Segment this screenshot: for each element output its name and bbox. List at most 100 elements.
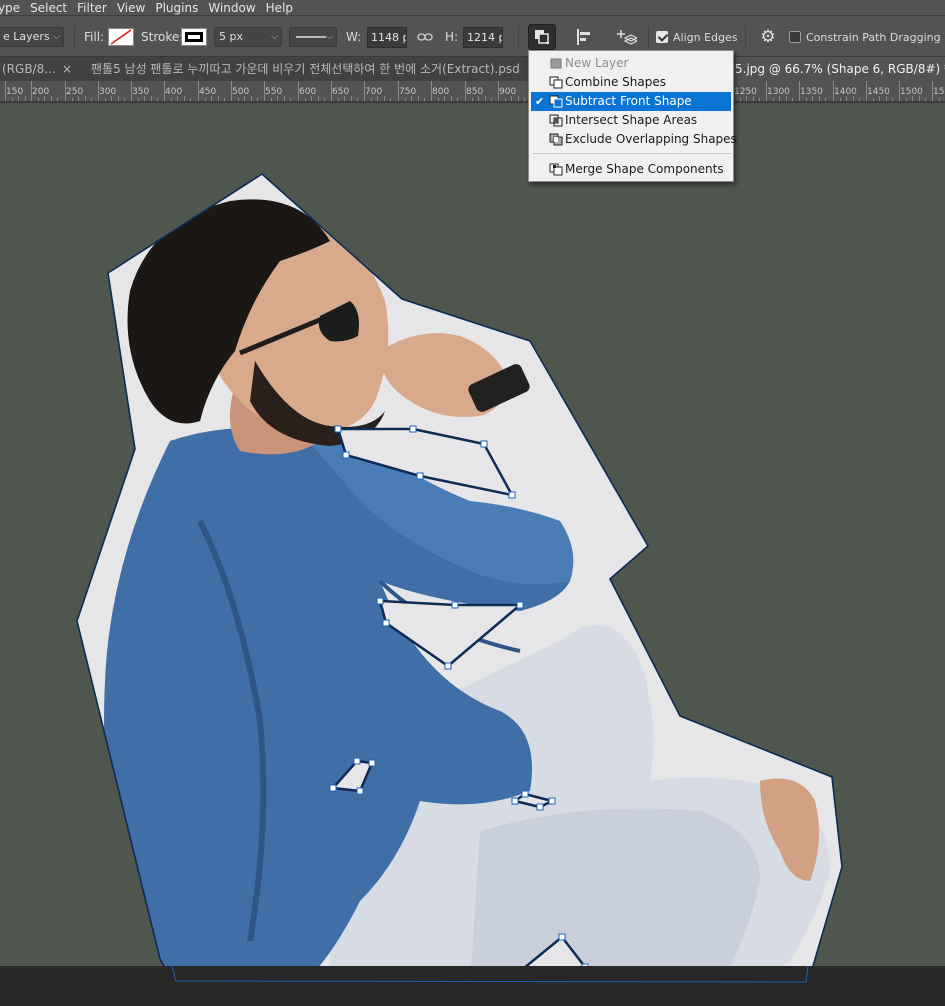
ruler-minor-tick xyxy=(852,96,854,101)
stroke-preview-icon xyxy=(185,32,203,42)
align-edges-checkbox[interactable] xyxy=(656,31,668,43)
ruler-minor-tick xyxy=(450,96,452,101)
tab-title: 팬톨5 남성 팬톨로 누끼따고 가운데 비우기 전체선택하여 한 번에 소거(E… xyxy=(91,62,520,76)
menu-item-new-layer[interactable]: New Layer xyxy=(531,54,731,73)
ruler-minor-tick xyxy=(177,96,179,101)
layers-mode-value: e Layers xyxy=(3,30,50,43)
ruler-minor-tick xyxy=(144,96,146,101)
menu-item-intersect-shape-areas[interactable]: Intersect Shape Areas xyxy=(531,111,731,130)
ruler-label: 550 xyxy=(265,87,283,97)
ruler-minor-tick xyxy=(137,98,139,101)
divider xyxy=(74,26,75,48)
ruler-minor-tick xyxy=(78,96,80,101)
ruler-minor-tick xyxy=(517,96,519,101)
ruler-minor-tick xyxy=(370,98,372,101)
document-tab-1[interactable]: (RGB/8... xyxy=(0,57,62,81)
ruler-major-tick xyxy=(131,81,132,101)
menu-item-label: Intersect Shape Areas xyxy=(565,113,698,127)
ruler-minor-tick xyxy=(104,98,106,101)
ruler-major-tick xyxy=(799,81,800,101)
ruler-minor-tick xyxy=(478,96,480,101)
ruler-minor-tick xyxy=(905,98,907,101)
ruler-major-tick xyxy=(231,81,232,101)
ruler-minor-tick xyxy=(111,96,113,101)
menu-divider xyxy=(533,153,731,154)
path-arrangement-button[interactable] xyxy=(613,24,641,50)
menu-select[interactable]: Select xyxy=(25,1,72,15)
width-input[interactable]: 1148 px xyxy=(367,27,407,48)
menu-help[interactable]: Help xyxy=(261,1,298,15)
path-operations-button[interactable] xyxy=(528,24,556,50)
path-alignment-button[interactable] xyxy=(570,24,598,50)
close-icon[interactable]: × xyxy=(62,57,72,81)
horizontal-ruler[interactable]: 150 200 250 300 350 400 450 500 550 600 650 700 750 8… xyxy=(0,81,945,102)
w-label: W: xyxy=(346,30,362,44)
document-tab-2[interactable]: 팬톨5 남성 팬톨로 누끼따고 가운데 비우기 전체선택하여 한 번에 소거(E… xyxy=(79,57,529,81)
menu-item-merge-shape-components[interactable]: Merge Shape Components xyxy=(531,160,731,179)
constrain-path-checkbox[interactable] xyxy=(789,31,801,43)
ruler-major-tick xyxy=(331,81,332,101)
shape-bottom-edge xyxy=(171,965,809,983)
menu-type[interactable]: ype xyxy=(0,1,25,15)
ruler-minor-tick xyxy=(859,98,861,101)
ruler-major-tick xyxy=(431,81,432,101)
ruler-label: 900 xyxy=(499,87,517,97)
menu-plugins[interactable]: Plugins xyxy=(150,1,203,15)
ruler-minor-tick xyxy=(18,96,20,101)
ruler-minor-tick xyxy=(377,96,379,101)
layers-mode-dropdown[interactable]: e Layers ⌵ xyxy=(0,27,64,47)
ruler-minor-tick xyxy=(11,98,13,101)
ruler-minor-tick xyxy=(170,98,172,101)
ruler-minor-tick xyxy=(785,96,787,101)
ruler-label: 1550 xyxy=(933,87,945,97)
link-icon[interactable] xyxy=(417,16,433,58)
ruler-minor-tick xyxy=(84,96,86,101)
ruler-major-tick xyxy=(65,81,66,101)
link-dimensions-icon xyxy=(417,33,433,41)
ruler-minor-tick xyxy=(885,96,887,101)
canvas[interactable] xyxy=(0,102,945,966)
height-input[interactable]: 1214 px xyxy=(463,27,503,48)
ruler-major-tick xyxy=(364,81,365,101)
document-tab-3-active[interactable]: 5.jpg @ 66.7% (Shape 6, RGB/8#) * xyxy=(728,57,945,81)
ruler-minor-tick xyxy=(404,98,406,101)
ruler-minor-tick xyxy=(157,98,159,101)
settings-button[interactable]: ⚙ xyxy=(754,24,782,50)
ruler-minor-tick xyxy=(344,96,346,101)
ruler-minor-tick xyxy=(925,98,927,101)
document-tab-bar: (RGB/8... × 팬톨5 남성 팬톨로 누끼따고 가운데 비우기 전체선택… xyxy=(0,57,945,81)
ruler-minor-tick xyxy=(471,98,473,101)
ruler-minor-tick xyxy=(337,98,339,101)
ruler-label: 500 xyxy=(232,87,250,97)
ruler-minor-tick xyxy=(91,98,93,101)
options-bar: e Layers ⌵ Fill: Stroke: 5 px ⌵ ⌵ W: 114… xyxy=(0,15,945,57)
menu-item-subtract-front-shape[interactable]: ✔ Subtract Front Shape xyxy=(531,92,731,111)
menu-item-combine-shapes[interactable]: Combine Shapes xyxy=(531,73,731,92)
ruler-minor-tick xyxy=(304,98,306,101)
ruler-minor-tick xyxy=(812,96,814,101)
ruler-label: 600 xyxy=(299,87,317,97)
menu-item-exclude-overlapping-shapes[interactable]: Exclude Overlapping Shapes xyxy=(531,130,737,149)
ruler-minor-tick xyxy=(37,98,39,101)
menu-view[interactable]: View xyxy=(112,1,150,15)
chevron-down-icon: ⌵ xyxy=(271,32,278,42)
stroke-size-dropdown[interactable]: 5 px ⌵ xyxy=(214,27,282,47)
ruler-minor-tick xyxy=(752,96,754,101)
ruler-minor-tick xyxy=(437,98,439,101)
ruler-minor-tick xyxy=(444,96,446,101)
merge-shape-components-icon xyxy=(549,163,563,176)
stroke-type-dropdown[interactable]: ⌵ xyxy=(289,27,337,47)
ruler-major-tick xyxy=(833,81,834,101)
menu-window[interactable]: Window xyxy=(203,1,260,15)
ruler-minor-tick xyxy=(383,96,385,101)
stroke-swatch[interactable] xyxy=(181,28,207,46)
ruler-major-tick xyxy=(766,81,767,101)
fill-swatch[interactable] xyxy=(108,28,134,46)
menu-item-label: Exclude Overlapping Shapes xyxy=(565,132,737,146)
ruler-minor-tick xyxy=(357,98,359,101)
menu-filter[interactable]: Filter xyxy=(72,1,112,15)
ruler-minor-tick xyxy=(150,96,152,101)
ruler-label: 400 xyxy=(165,87,183,97)
ruler-minor-tick xyxy=(183,96,185,101)
tab-title: (RGB/8... xyxy=(2,62,56,76)
